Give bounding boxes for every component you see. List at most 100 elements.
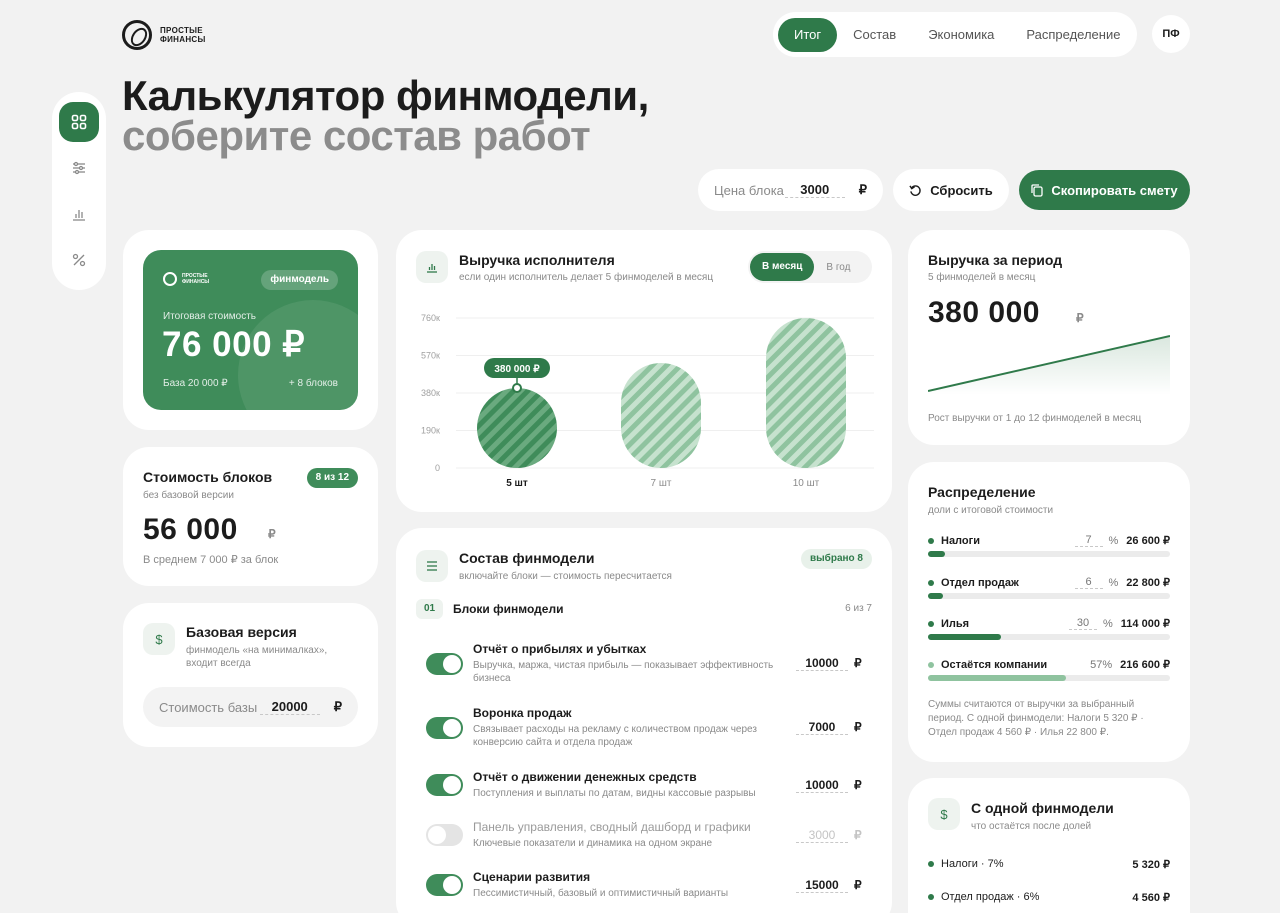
distribution-label: Отдел продаж [941, 576, 1019, 589]
blocks-count-badge: 8 из 12 [306, 468, 358, 488]
x-tick-label: 5 шт [506, 478, 528, 489]
currency-sign: ₽ [854, 828, 862, 842]
distribution-row: Налоги 7% 26 600 ₽ [928, 534, 1170, 557]
dot-icon [928, 661, 934, 668]
y-tick-label: 0 [435, 463, 440, 473]
distribution-row: Илья 30% 114 000 ₽ [928, 617, 1170, 640]
logo-icon [122, 20, 152, 50]
toggle-cashflow[interactable] [426, 774, 463, 796]
share-value: 57% [1090, 658, 1113, 671]
distribution-amount: 114 000 ₽ [1120, 618, 1170, 630]
logo-icon [163, 272, 177, 286]
item-desc: Поступления и выплаты по датам, видны ка… [473, 788, 756, 799]
item-title: Отчёт о прибылях и убытках [473, 642, 647, 656]
share-bar [928, 634, 1170, 640]
tab-summary[interactable]: Итог [778, 17, 838, 52]
block-price-field: Цена блока 3000 ₽ [698, 169, 883, 211]
percent-icon[interactable] [59, 240, 99, 280]
copy-icon [1031, 183, 1044, 197]
total-label: Итоговая стоимость [163, 311, 257, 322]
toggle-pnl[interactable] [426, 653, 463, 675]
percent-sign: % [1108, 576, 1119, 589]
item-desc: Ключевые показатели и динамика на одном … [473, 838, 713, 849]
distribution-row: Остаётся компании 57% 216 600 ₽ [928, 658, 1170, 681]
base-cost-label: Стоимость базы [159, 699, 258, 715]
currency-sign: ₽ [858, 182, 867, 197]
item-price-input[interactable]: 10000 [796, 778, 848, 793]
item-price-input[interactable]: 3000 [796, 828, 848, 843]
revenue-chart: 760к 570к 380к 190к 0 5 шт 380 000 ₽ 7 шт 10 шт [421, 313, 874, 489]
total-value: 76 000 ₽ [162, 325, 306, 364]
currency-sign: ₽ [268, 527, 276, 541]
sidebar [52, 92, 106, 290]
bar[interactable] [621, 363, 701, 468]
distribution-amount: 26 600 ₽ [1126, 535, 1170, 547]
toggle-year[interactable]: В год [814, 262, 862, 273]
bar-chart-icon[interactable] [59, 194, 99, 234]
toggle-sales-funnel[interactable] [426, 717, 463, 739]
tab-distribution[interactable]: Распределение [1010, 18, 1136, 52]
base-version-title: Базовая версия [186, 624, 297, 640]
distribution-card: Распределение доли с итоговой стоимости … [908, 462, 1190, 762]
blocks-cost-card: Стоимость блоков без базовой версии 8 из… [123, 447, 378, 586]
share-input[interactable]: 6 [1074, 576, 1103, 589]
distribution-label: Илья [941, 617, 970, 630]
dot-icon [928, 579, 934, 586]
blocks-cost-subtitle: без базовой версии [143, 490, 234, 501]
copy-estimate-button[interactable]: Скопировать смету [1019, 170, 1190, 210]
currency-sign: ₽ [1076, 311, 1084, 325]
bar[interactable] [477, 388, 557, 468]
base-version-card: $ Базовая версия финмодель «на минималка… [123, 603, 378, 747]
base-note: База 20 000 ₽ [163, 378, 228, 389]
toggle-month[interactable]: В месяц [750, 253, 815, 281]
per-model-row: Налоги · 7% 5 320 ₽ [928, 858, 1170, 871]
blocks-cost-title: Стоимость блоков [143, 469, 273, 485]
percent-sign: % [1108, 534, 1119, 547]
period-revenue-subtitle: 5 финмоделей в месяц [928, 272, 1036, 283]
distribution-amount: 22 800 ₽ [1126, 577, 1170, 589]
toggle-dashboard[interactable] [426, 824, 463, 846]
blocks-cost-value: 56 000 [143, 513, 238, 546]
distribution-note: Суммы считаются от выручки за выбранный … [928, 699, 1144, 738]
item-title: Сценарии развития [473, 870, 591, 884]
currency-sign: ₽ [854, 720, 862, 734]
tab-composition[interactable]: Состав [837, 18, 912, 52]
block-price-label: Цена блока [714, 182, 784, 198]
avatar[interactable]: ПФ [1152, 15, 1190, 53]
base-cost-input[interactable]: 20000 [259, 699, 320, 715]
per-model-row: Отдел продаж · 6% 4 560 ₽ [928, 891, 1170, 904]
period-toggle: В месяц В год [748, 251, 872, 283]
item-price-input[interactable]: 7000 [796, 720, 848, 735]
brand-logo[interactable]: ПРОСТЫЕ ФИНАНСЫ [122, 20, 206, 50]
composition-subtitle: включайте блоки — стоимость пересчитаетс… [459, 571, 672, 582]
item-price-input[interactable]: 10000 [796, 656, 848, 671]
block-price-input[interactable]: 3000 [784, 182, 845, 198]
share-input[interactable]: 7 [1074, 534, 1103, 547]
section-title: Блоки финмодели [453, 602, 564, 616]
item-desc: Выручка, маржа, чистая прибыль — показыв… [473, 660, 774, 684]
grid-icon[interactable] [59, 102, 99, 142]
currency-sign: ₽ [854, 878, 862, 892]
revenue-chart-card: Выручка исполнителя если один исполнител… [396, 230, 892, 512]
sliders-icon[interactable] [59, 148, 99, 188]
composition-card: Состав финмодели включайте блоки — стоим… [396, 528, 892, 913]
dot-icon [928, 620, 934, 627]
distribution-row: Отдел продаж 6% 22 800 ₽ [928, 576, 1170, 599]
item-desc: Связывает расходы на рекламу с количеств… [473, 724, 757, 748]
share-bar [928, 675, 1170, 681]
list-icon [416, 550, 448, 582]
currency-sign: ₽ [854, 778, 862, 792]
highlight-point [512, 383, 522, 393]
y-tick-label: 570к [421, 351, 440, 361]
item-desc: Пессимистичный, базовый и оптимистичный … [473, 888, 729, 899]
finmodel-badge: финмодель [261, 270, 338, 290]
item-price-input[interactable]: 15000 [796, 878, 848, 893]
blocks-cost-avg: В среднем 7 000 ₽ за блок [143, 554, 279, 566]
x-tick-label: 7 шт [651, 478, 672, 489]
distribution-subtitle: доли с итоговой стоимости [928, 505, 1054, 516]
share-input[interactable]: 30 [1069, 617, 1097, 630]
reset-button[interactable]: Сбросить [893, 169, 1009, 211]
bar[interactable] [766, 318, 846, 468]
tab-economics[interactable]: Экономика [912, 18, 1010, 52]
toggle-scenarios[interactable] [426, 874, 463, 896]
